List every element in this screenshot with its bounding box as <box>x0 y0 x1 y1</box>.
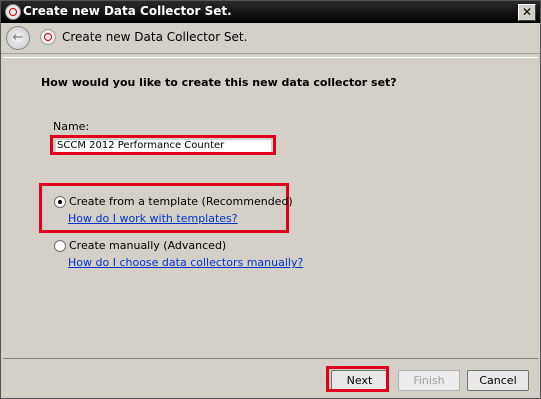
back-button[interactable]: ← <box>6 26 30 50</box>
templates-help-link[interactable]: How do I work with templates? <box>68 212 238 225</box>
question-heading: How would you like to create this new da… <box>41 76 397 89</box>
template-option-label[interactable]: Create from a template (Recommended) <box>69 195 293 208</box>
name-input[interactable] <box>56 140 271 152</box>
template-radio[interactable] <box>54 196 66 208</box>
cancel-button[interactable]: Cancel <box>467 370 529 391</box>
name-field-highlight <box>50 135 276 155</box>
window-title: Create new Data Collector Set. <box>23 4 232 18</box>
manual-radio[interactable] <box>54 240 66 252</box>
wizard-content: How would you like to create this new da… <box>3 57 538 359</box>
manual-help-link[interactable]: How do I choose data collectors manually… <box>68 256 303 269</box>
wizard-header: ← Create new Data Collector Set. <box>1 23 540 54</box>
title-bar: Create new Data Collector Set. ✕ <box>1 1 540 23</box>
name-label: Name: <box>53 120 90 133</box>
template-option-highlight <box>39 183 289 233</box>
finish-button[interactable]: Finish <box>398 370 460 391</box>
button-bar: Next Finish Cancel <box>1 361 540 398</box>
close-button[interactable]: ✕ <box>518 4 536 21</box>
data-collector-icon <box>5 4 21 20</box>
wizard-window: Create new Data Collector Set. ✕ ← Creat… <box>0 0 541 399</box>
data-collector-icon <box>40 29 56 45</box>
manual-option-label[interactable]: Create manually (Advanced) <box>69 239 226 252</box>
page-title: Create new Data Collector Set. <box>62 30 248 44</box>
next-button-highlight <box>326 366 389 392</box>
